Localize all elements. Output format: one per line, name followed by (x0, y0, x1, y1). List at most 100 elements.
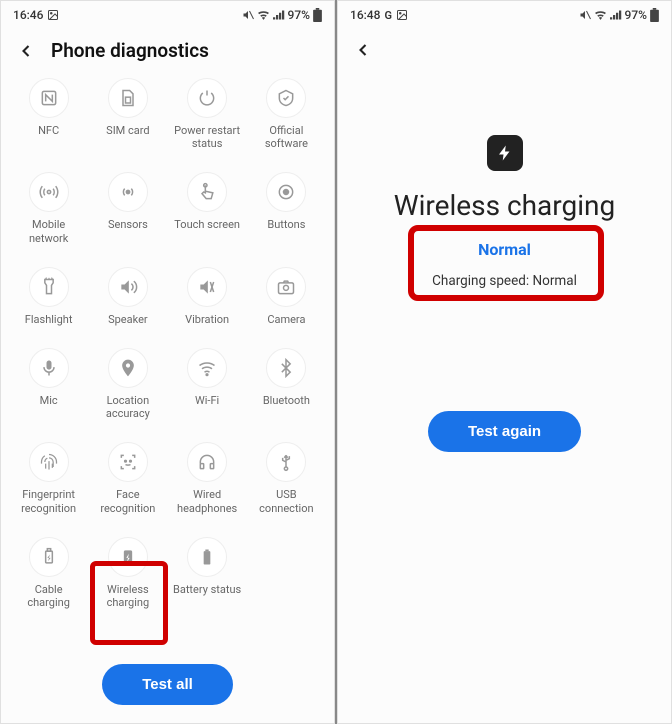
tile-usb[interactable]: USB connection (247, 440, 326, 516)
camera-icon (266, 267, 306, 307)
tile-label: Bluetooth (263, 394, 310, 407)
tile-label: Flashlight (25, 313, 73, 326)
back-button[interactable] (352, 39, 374, 61)
tile-label: Touch screen (174, 218, 240, 231)
face-icon (108, 442, 148, 482)
charging-icon (487, 135, 523, 171)
tile-location[interactable]: Location accuracy (88, 346, 167, 422)
tile-camera[interactable]: Camera (247, 265, 326, 328)
wireless-icon (108, 537, 148, 577)
phone-right: 16:48 G 97% Wireless charging Normal Cha… (337, 0, 672, 724)
result-title: Wireless charging (338, 189, 671, 222)
tile-label: USB connection (259, 488, 313, 514)
tile-label: Fingerprint recognition (21, 488, 76, 514)
tile-restart[interactable]: Power restart status (168, 76, 247, 152)
bluetooth-icon (266, 348, 306, 388)
test-all-button[interactable]: Test all (102, 664, 233, 705)
diagnostics-grid: NFC SIM card Power restart status Official … (1, 76, 334, 611)
chevron-left-icon (16, 41, 36, 61)
sensors-icon (108, 172, 148, 212)
touch-icon (187, 172, 227, 212)
battery-icon (187, 537, 227, 577)
tile-label: Sensors (108, 218, 148, 231)
wifi-icon (257, 10, 270, 20)
tile-speaker[interactable]: Speaker (88, 265, 167, 328)
tile-label: NFC (38, 124, 59, 137)
buttons-icon (266, 172, 306, 212)
tile-sim[interactable]: SIM card (88, 76, 167, 152)
result-detail: Charging speed: Normal (338, 273, 671, 289)
tile-label: Vibration (185, 313, 229, 326)
software-icon (266, 78, 306, 118)
tile-label: Mobile network (29, 218, 68, 244)
fingerprint-icon (29, 442, 69, 482)
headphones-icon (187, 442, 227, 482)
tile-fingerprint[interactable]: Fingerprint recognition (9, 440, 88, 516)
tile-cable[interactable]: Cable charging (9, 535, 88, 611)
mute-icon (242, 9, 254, 21)
tile-label: Camera (267, 313, 305, 326)
sim-icon (108, 78, 148, 118)
status-bar: 16:48 G 97% (338, 1, 671, 29)
location-icon (108, 348, 148, 388)
tile-label: Wi-Fi (195, 394, 219, 407)
image-icon (396, 9, 408, 21)
test-again-button[interactable]: Test again (428, 411, 581, 452)
wifi-icon (187, 348, 227, 388)
battery-icon (313, 8, 322, 22)
result-area: Wireless charging Normal Charging speed:… (338, 75, 671, 289)
result-status: Normal (338, 240, 671, 259)
flashlight-icon (29, 267, 69, 307)
wifi-icon (594, 10, 607, 20)
tile-label: Wired headphones (177, 488, 237, 514)
tile-label: Wireless charging (107, 583, 150, 609)
page-title: Phone diagnostics (51, 39, 209, 62)
tile-wireless[interactable]: Wireless charging (88, 535, 167, 611)
tile-sensors[interactable]: Sensors (88, 170, 167, 246)
back-button[interactable] (15, 40, 37, 62)
header: Phone diagnostics (1, 29, 334, 76)
tile-bluetooth[interactable]: Bluetooth (247, 346, 326, 422)
chevron-left-icon (353, 40, 373, 60)
status-time: 16:46 (13, 8, 43, 22)
tile-label: Face recognition (100, 488, 155, 514)
tile-buttons[interactable]: Buttons (247, 170, 326, 246)
tile-mic[interactable]: Mic (9, 346, 88, 422)
tile-touch[interactable]: Touch screen (168, 170, 247, 246)
tile-software[interactable]: Official software (247, 76, 326, 152)
mute-icon (579, 9, 591, 21)
tile-headphones[interactable]: Wired headphones (168, 440, 247, 516)
tile-battery[interactable]: Battery status (168, 535, 247, 611)
status-battery: 97% (288, 8, 310, 22)
tile-label: SIM card (106, 124, 149, 137)
status-battery: 97% (625, 8, 647, 22)
tile-label: Speaker (108, 313, 148, 326)
battery-icon (650, 8, 659, 22)
signal-icon (610, 10, 622, 20)
image-icon (47, 9, 59, 21)
tile-label: Location accuracy (106, 394, 150, 420)
nfc-icon (29, 78, 69, 118)
mic-icon (29, 348, 69, 388)
signal-icon (273, 10, 285, 20)
speaker-icon (108, 267, 148, 307)
tile-label: Cable charging (27, 583, 70, 609)
phone-left: 16:46 97% Phone diagnostics NFC SIM card P… (0, 0, 335, 724)
tile-vibration[interactable]: Vibration (168, 265, 247, 328)
tile-face[interactable]: Face recognition (88, 440, 167, 516)
header (338, 29, 671, 75)
tile-label: Power restart status (174, 124, 240, 150)
cable-icon (29, 537, 69, 577)
tile-label: Buttons (267, 218, 305, 231)
tile-label: Official software (265, 124, 308, 150)
tile-nfc[interactable]: NFC (9, 76, 88, 152)
tile-wifi[interactable]: Wi-Fi (168, 346, 247, 422)
tile-label: Battery status (173, 583, 241, 596)
restart-icon (187, 78, 227, 118)
google-icon: G (384, 9, 392, 22)
mobile-icon (29, 172, 69, 212)
vibration-icon (187, 267, 227, 307)
tile-flashlight[interactable]: Flashlight (9, 265, 88, 328)
tile-mobile[interactable]: Mobile network (9, 170, 88, 246)
tile-label: Mic (40, 394, 58, 407)
